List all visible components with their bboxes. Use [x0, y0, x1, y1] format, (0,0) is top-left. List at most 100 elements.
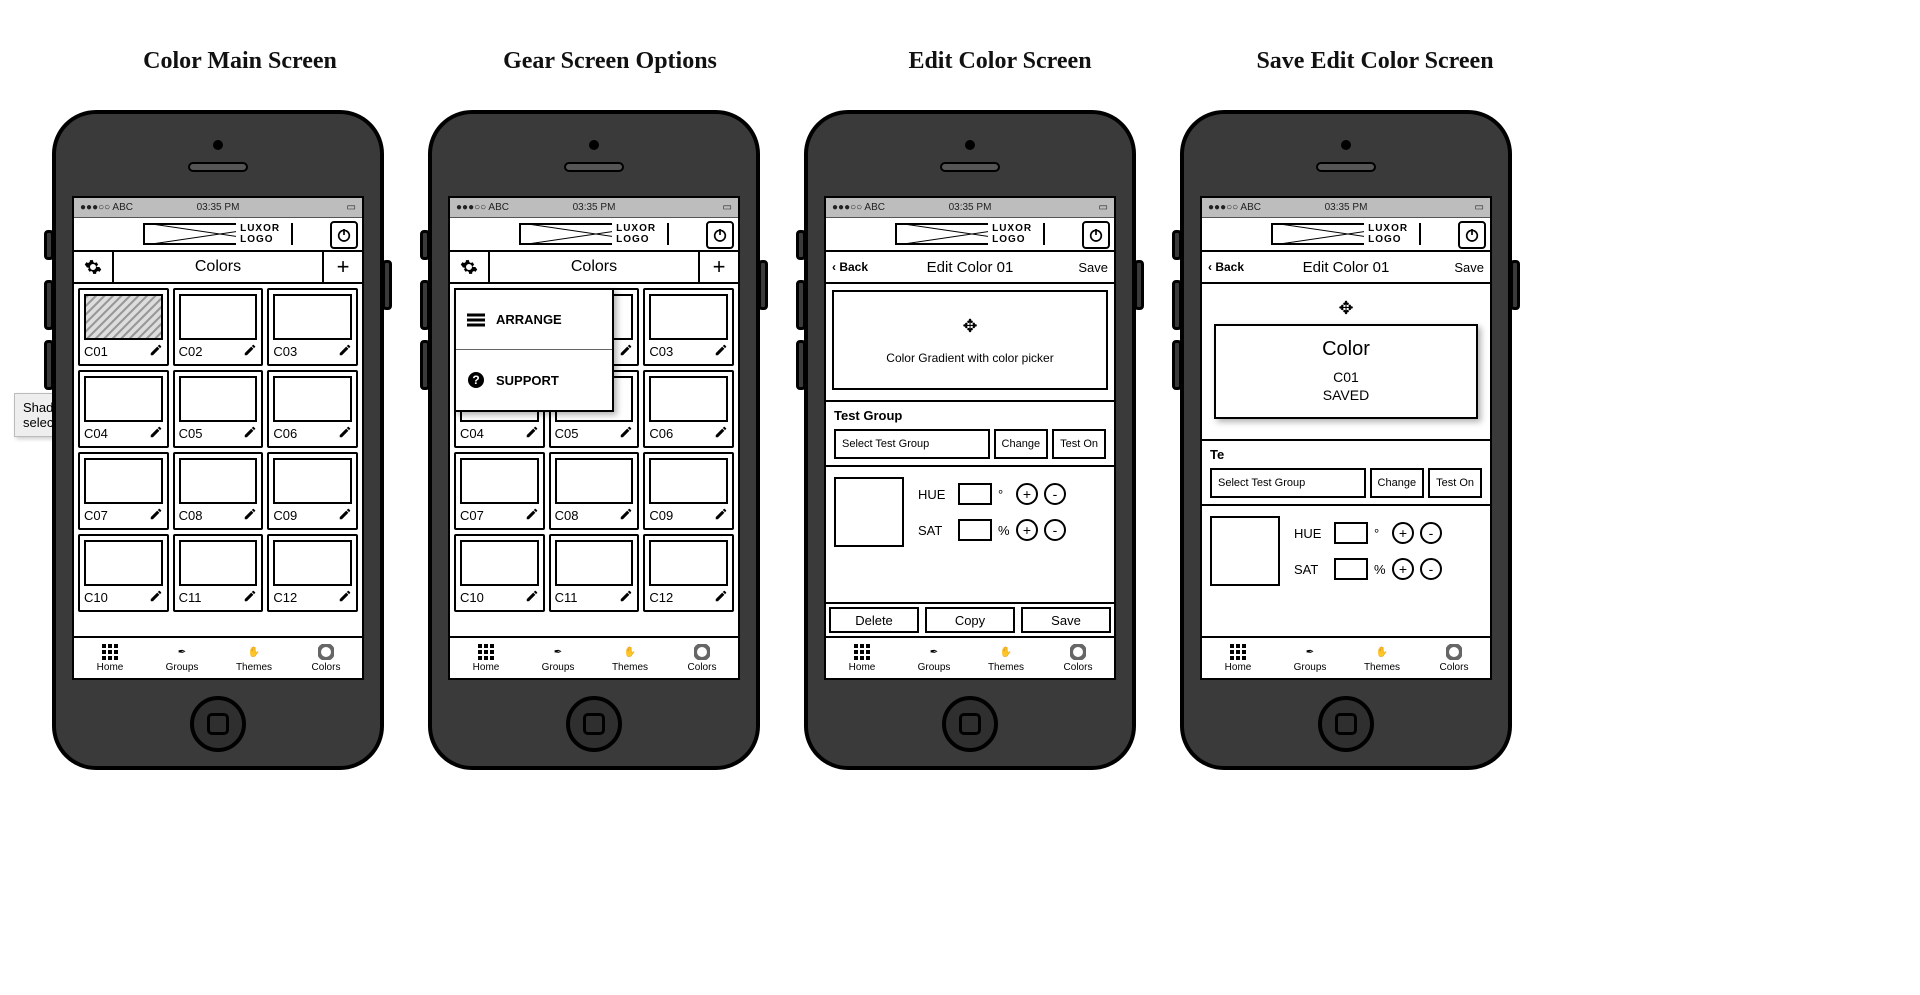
- pencil-icon[interactable]: [338, 425, 352, 442]
- home-button[interactable]: [190, 696, 246, 752]
- power-button[interactable]: [330, 221, 358, 249]
- gear-button[interactable]: [450, 252, 490, 282]
- change-button[interactable]: Change: [994, 429, 1049, 459]
- save-link[interactable]: Save: [1454, 260, 1484, 275]
- color-tile[interactable]: C10: [454, 534, 545, 612]
- color-tile[interactable]: C10: [78, 534, 169, 612]
- sat-input[interactable]: [1334, 558, 1368, 580]
- color-tile[interactable]: C08: [173, 452, 264, 530]
- copy-button[interactable]: Copy: [925, 607, 1015, 633]
- color-tile[interactable]: C01: [78, 288, 169, 366]
- tab-colors[interactable]: Colors: [1042, 638, 1114, 678]
- sat-input[interactable]: [958, 519, 992, 541]
- color-picker[interactable]: ✥ Color Gradient with color picker: [832, 290, 1108, 390]
- tab-colors[interactable]: Colors: [666, 638, 738, 678]
- color-tile[interactable]: C03: [643, 288, 734, 366]
- color-tile[interactable]: C12: [643, 534, 734, 612]
- color-tile[interactable]: C06: [267, 370, 358, 448]
- pencil-icon[interactable]: [619, 425, 633, 442]
- pencil-icon[interactable]: [149, 589, 163, 606]
- pencil-icon[interactable]: [338, 507, 352, 524]
- color-tile[interactable]: C09: [643, 452, 734, 530]
- tab-themes[interactable]: ✋Themes: [1346, 638, 1418, 678]
- pencil-icon[interactable]: [243, 589, 257, 606]
- power-button[interactable]: [1458, 221, 1486, 249]
- pencil-icon[interactable]: [714, 343, 728, 360]
- pencil-icon[interactable]: [714, 425, 728, 442]
- home-button[interactable]: [1318, 696, 1374, 752]
- tab-home[interactable]: Home: [450, 638, 522, 678]
- power-button[interactable]: [1082, 221, 1110, 249]
- hue-plus[interactable]: +: [1392, 522, 1414, 544]
- pencil-icon[interactable]: [619, 589, 633, 606]
- tab-groups[interactable]: ✒Groups: [1274, 638, 1346, 678]
- pencil-icon[interactable]: [525, 589, 539, 606]
- color-tile[interactable]: C02: [173, 288, 264, 366]
- tab-themes[interactable]: ✋Themes: [970, 638, 1042, 678]
- pencil-icon[interactable]: [525, 425, 539, 442]
- tab-groups[interactable]: ✒Groups: [522, 638, 594, 678]
- sat-minus[interactable]: -: [1044, 519, 1066, 541]
- add-button[interactable]: +: [698, 252, 738, 282]
- pencil-icon[interactable]: [714, 507, 728, 524]
- sat-plus[interactable]: +: [1016, 519, 1038, 541]
- color-tile[interactable]: C05: [173, 370, 264, 448]
- change-button[interactable]: Change: [1370, 468, 1425, 498]
- add-button[interactable]: +: [322, 252, 362, 282]
- color-tile[interactable]: C08: [549, 452, 640, 530]
- pencil-icon[interactable]: [338, 589, 352, 606]
- test-on-button[interactable]: Test On: [1052, 429, 1106, 459]
- save-button[interactable]: Save: [1021, 607, 1111, 633]
- tab-groups[interactable]: ✒Groups: [898, 638, 970, 678]
- pencil-icon[interactable]: [149, 343, 163, 360]
- hue-input[interactable]: [1334, 522, 1368, 544]
- popover-arrange[interactable]: ARRANGE: [456, 290, 612, 350]
- pencil-icon[interactable]: [525, 507, 539, 524]
- color-tile[interactable]: C11: [549, 534, 640, 612]
- sat-plus[interactable]: +: [1392, 558, 1414, 580]
- pencil-icon[interactable]: [149, 507, 163, 524]
- tab-home[interactable]: Home: [826, 638, 898, 678]
- pencil-icon[interactable]: [243, 343, 257, 360]
- color-tile[interactable]: C04: [78, 370, 169, 448]
- pencil-icon[interactable]: [243, 425, 257, 442]
- tab-home[interactable]: Home: [1202, 638, 1274, 678]
- pencil-icon[interactable]: [619, 507, 633, 524]
- color-tile[interactable]: C06: [643, 370, 734, 448]
- tab-themes[interactable]: ✋Themes: [218, 638, 290, 678]
- pencil-icon[interactable]: [149, 425, 163, 442]
- tab-themes[interactable]: ✋Themes: [594, 638, 666, 678]
- test-group-select[interactable]: Select Test Group: [834, 429, 990, 459]
- color-tile[interactable]: C07: [454, 452, 545, 530]
- power-button[interactable]: [706, 221, 734, 249]
- sat-minus[interactable]: -: [1420, 558, 1442, 580]
- home-button[interactable]: [942, 696, 998, 752]
- home-button[interactable]: [566, 696, 622, 752]
- back-button[interactable]: ‹ Back: [1208, 260, 1244, 274]
- pencil-icon[interactable]: [714, 589, 728, 606]
- pencil-icon[interactable]: [338, 343, 352, 360]
- hue-input[interactable]: [958, 483, 992, 505]
- color-tile[interactable]: C12: [267, 534, 358, 612]
- gear-button[interactable]: [74, 252, 114, 282]
- pencil-icon[interactable]: [243, 507, 257, 524]
- hue-minus[interactable]: -: [1044, 483, 1066, 505]
- test-on-button[interactable]: Test On: [1428, 468, 1482, 498]
- popover-support[interactable]: ?SUPPORT: [456, 350, 612, 410]
- color-tile[interactable]: C03: [267, 288, 358, 366]
- tab-colors[interactable]: Colors: [1418, 638, 1490, 678]
- color-tile[interactable]: C11: [173, 534, 264, 612]
- tab-home[interactable]: Home: [74, 638, 146, 678]
- hue-plus[interactable]: +: [1016, 483, 1038, 505]
- back-button[interactable]: ‹ Back: [832, 260, 868, 274]
- delete-button[interactable]: Delete: [829, 607, 919, 633]
- hue-minus[interactable]: -: [1420, 522, 1442, 544]
- tab-groups[interactable]: ✒Groups: [146, 638, 218, 678]
- color-tile[interactable]: C07: [78, 452, 169, 530]
- save-link[interactable]: Save: [1078, 260, 1108, 275]
- test-group-select[interactable]: Select Test Group: [1210, 468, 1366, 498]
- pencil-icon[interactable]: [619, 343, 633, 360]
- tab-colors[interactable]: Colors: [290, 638, 362, 678]
- color-swatch: [273, 294, 352, 340]
- color-tile[interactable]: C09: [267, 452, 358, 530]
